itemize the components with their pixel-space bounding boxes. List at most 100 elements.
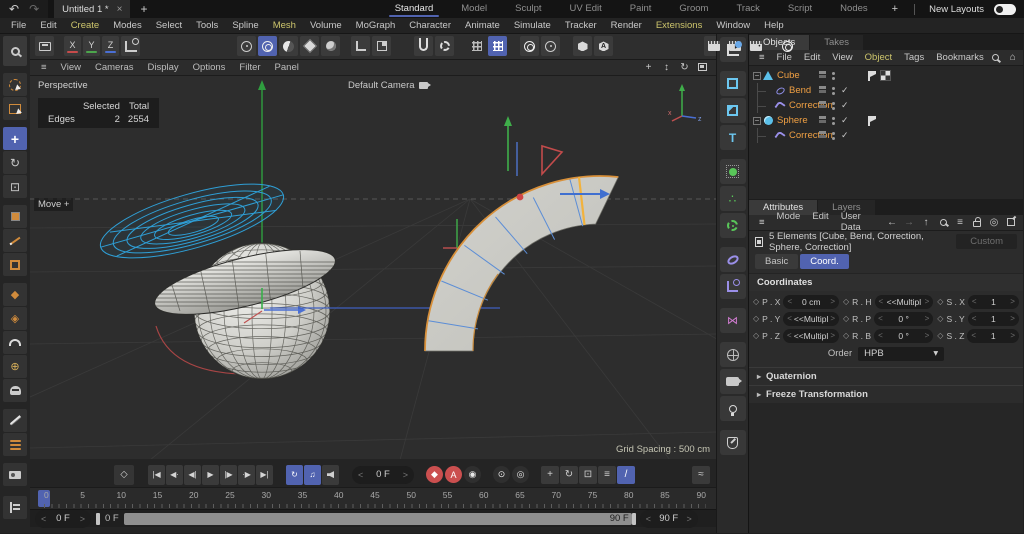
enable-axis-button[interactable]: ⊕ xyxy=(3,355,27,378)
link-diamond-icon[interactable]: ◇ xyxy=(753,331,759,340)
menu-item[interactable]: Extensions xyxy=(649,20,709,31)
record-parameter-button[interactable]: ≡ xyxy=(598,466,616,484)
collapsed-section[interactable]: ▸ Freeze Transformation xyxy=(749,385,1023,403)
layer-stack-button[interactable] xyxy=(3,433,27,456)
link-diamond-icon[interactable]: ◇ xyxy=(843,314,849,323)
link-diamond-icon[interactable]: ◇ xyxy=(753,297,759,306)
workplane-button[interactable] xyxy=(351,36,370,56)
key-mode-button[interactable]: ◎ xyxy=(512,466,529,483)
layer-icon[interactable] xyxy=(819,101,826,110)
track-icon[interactable]: ◎ xyxy=(988,216,1000,228)
decrement-arrow[interactable]: < xyxy=(787,331,792,340)
decrement-arrow[interactable]: < xyxy=(971,331,976,340)
move-tool-button[interactable]: + xyxy=(3,127,27,150)
viewport-menu-item[interactable]: Panel xyxy=(268,62,306,73)
coordinate-system-button[interactable] xyxy=(121,36,140,56)
uv-polygon-button[interactable] xyxy=(300,36,319,56)
tree-row-bend[interactable]: Bend ✓ xyxy=(749,83,1023,98)
attributes-popout-icon[interactable] xyxy=(1005,216,1017,228)
object-label[interactable]: Bend xyxy=(789,85,811,96)
enabled-check-icon[interactable]: ✓ xyxy=(841,115,849,126)
tree-row-correction1[interactable]: Correction ✓ xyxy=(749,98,1023,113)
menu-item[interactable]: Select xyxy=(149,20,189,31)
visibility-dots[interactable] xyxy=(832,87,835,95)
record-pla-button[interactable]: / xyxy=(617,466,635,484)
tree-row-sphere[interactable]: − Sphere ✓ xyxy=(749,113,1023,128)
coordinate-field[interactable]: < 0 ° > xyxy=(874,312,933,326)
menu-item[interactable]: File xyxy=(4,20,33,31)
rectangle-selection-button[interactable] xyxy=(3,97,27,120)
lock-icon[interactable] xyxy=(971,216,983,228)
prev-frame-button[interactable]: ◀| xyxy=(184,465,201,485)
axis-lock-button[interactable]: Z xyxy=(102,36,119,56)
menu-item[interactable]: Character xyxy=(402,20,458,31)
coordinate-value[interactable]: <<Multipl xyxy=(887,297,922,307)
record-rotation-button[interactable]: ↻ xyxy=(560,466,578,484)
objects-menu-item[interactable]: Edit xyxy=(798,52,826,63)
range-end-field[interactable]: < 90 F > xyxy=(640,510,698,528)
objects-search-icon[interactable] xyxy=(990,52,1002,64)
coordinate-value[interactable]: 0 ° xyxy=(898,314,909,324)
viewport-menu-item[interactable]: Filter xyxy=(232,62,267,73)
record-keyframe-button[interactable]: ◆ xyxy=(426,466,443,483)
tweak-mode-button[interactable] xyxy=(237,36,256,56)
object-label[interactable]: Sphere xyxy=(777,115,808,126)
bend-deformer-button[interactable] xyxy=(720,247,746,272)
frame-up-arrow[interactable]: > xyxy=(403,470,408,480)
history-forward-icon[interactable]: → xyxy=(903,216,915,228)
decrement-arrow[interactable]: < xyxy=(879,297,884,306)
enabled-check-icon[interactable]: ✓ xyxy=(841,130,849,141)
menu-item[interactable]: Tracker xyxy=(558,20,604,31)
menu-item[interactable]: Modes xyxy=(106,20,149,31)
coordinate-field[interactable]: < 1 > xyxy=(968,295,1019,309)
visibility-dots[interactable] xyxy=(832,117,835,125)
visibility-dots[interactable] xyxy=(832,102,835,110)
uv-point-button[interactable] xyxy=(321,36,340,56)
menu-item[interactable]: Window xyxy=(709,20,757,31)
next-frame-button[interactable]: |▶ xyxy=(220,465,237,485)
increment-arrow[interactable]: > xyxy=(925,314,930,323)
axis-target-button[interactable] xyxy=(541,36,560,56)
coordinate-value[interactable]: 0 cm xyxy=(802,297,820,307)
view-label[interactable]: Perspective xyxy=(38,80,88,91)
record-scale-button[interactable]: ⊡ xyxy=(579,466,597,484)
menu-item[interactable]: MoGraph xyxy=(349,20,403,31)
coordinate-value[interactable]: 1 xyxy=(991,314,996,324)
band-axis-gizmo[interactable] xyxy=(443,219,457,248)
attributes-search-icon[interactable] xyxy=(937,216,949,228)
layout-tab[interactable]: Model xyxy=(447,0,501,18)
cloner-button[interactable]: ∴ xyxy=(720,186,746,211)
coordinate-value[interactable]: 1 xyxy=(991,331,996,341)
perspective-viewport[interactable]: Perspective Default Camera SelectedTotal… xyxy=(30,76,716,459)
layer-icon[interactable] xyxy=(819,116,826,125)
order-dropdown[interactable]: HPB ▾ xyxy=(858,347,944,361)
zoom-view-icon[interactable]: ↕ xyxy=(659,61,674,74)
viewport-axis-gizmo[interactable]: z x xyxy=(668,82,702,122)
phong-tag-icon[interactable] xyxy=(867,116,876,126)
visibility-dots[interactable] xyxy=(832,72,835,80)
play-sound-button[interactable]: ♫ xyxy=(304,465,321,485)
coordinate-value[interactable]: 1 xyxy=(991,297,996,307)
increment-arrow[interactable]: > xyxy=(830,314,835,323)
object-label[interactable]: Cube xyxy=(777,70,800,81)
model-mode-button[interactable]: ◆ xyxy=(3,283,27,306)
undo-icon[interactable]: ↶ xyxy=(4,2,24,16)
camera-label[interactable]: Default Camera xyxy=(348,80,428,91)
link-diamond-icon[interactable]: ◇ xyxy=(843,331,849,340)
new-tab-button[interactable]: + xyxy=(130,2,157,16)
layout-tab[interactable]: Track xyxy=(722,0,773,18)
key-interpolation-button[interactable]: ⊙ xyxy=(493,466,510,483)
plane-primitive-button[interactable] xyxy=(720,71,746,96)
coordinates-section-header[interactable]: Coordinates xyxy=(749,273,1023,291)
increment-arrow[interactable]: > xyxy=(1010,297,1015,306)
quantize-button[interactable] xyxy=(488,36,507,56)
close-tab-icon[interactable]: × xyxy=(117,4,123,15)
menu-item[interactable]: Volume xyxy=(303,20,349,31)
rotate-tool-button[interactable]: ↻ xyxy=(3,151,27,174)
objects-menu-item[interactable]: View xyxy=(826,52,858,63)
knife-tool-button[interactable] xyxy=(3,409,27,432)
range-left-handle[interactable] xyxy=(96,513,100,525)
collapse-icon[interactable]: − xyxy=(753,72,761,80)
timeline-mode-button[interactable] xyxy=(3,496,27,519)
enabled-check-icon[interactable]: ✓ xyxy=(841,100,849,111)
